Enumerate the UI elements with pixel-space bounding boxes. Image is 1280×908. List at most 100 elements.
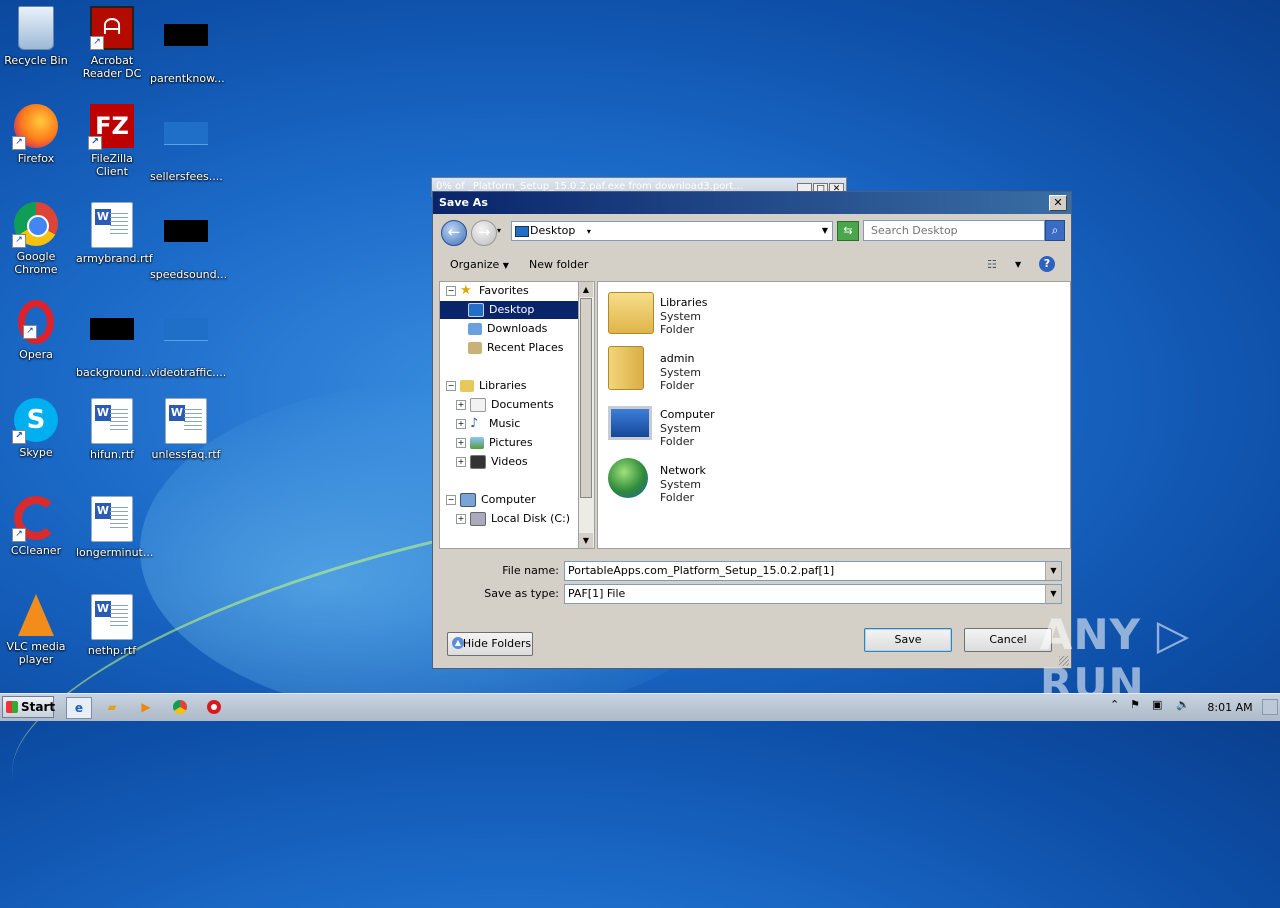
firefox-icon: ↗ [12, 104, 58, 150]
explorer-folder-icon[interactable]: ▰ [100, 697, 124, 717]
navigation-bar: ← → ▾ Desktop ▾ ▼ ⇆ ⌕ [439, 218, 1065, 246]
desktop-icon-opera[interactable]: ↗ Opera [0, 300, 72, 361]
desktop-icon-vlc[interactable]: VLC media player [0, 594, 72, 666]
scroll-thumb[interactable] [580, 298, 592, 498]
collapse-icon[interactable]: − [446, 495, 456, 505]
address-bar[interactable]: Desktop ▾ ▼ [511, 221, 833, 241]
shortcut-arrow-icon: ↗ [90, 36, 104, 50]
save-type-dropdown-icon[interactable]: ▼ [1045, 585, 1061, 603]
desktop-icon-videotraffic[interactable]: videotraffic.... [150, 300, 226, 379]
tree-favorites[interactable]: − ★ Favorites [446, 282, 529, 300]
expand-icon[interactable]: + [456, 438, 466, 448]
new-folder-button[interactable]: New folder [529, 252, 588, 278]
show-desktop-button[interactable] [1262, 699, 1278, 715]
user-folder-icon [608, 346, 644, 390]
desktop-icon-hifun[interactable]: W hifun.rtf [76, 398, 148, 461]
desktop-icon-filezilla[interactable]: FZ ↗ FileZilla Client [76, 104, 148, 178]
taskbar: Start e ▰ ▶ ⌃ ⚑ ▣ 🔈 8:01 AM [0, 693, 1280, 721]
save-button[interactable]: Save [864, 628, 952, 652]
redacted-thumbnail [164, 318, 208, 362]
tree-local-disk[interactable]: + Local Disk (C:) [456, 510, 570, 528]
action-center-flag-icon[interactable]: ⚑ [1130, 698, 1140, 711]
tree-desktop[interactable]: Desktop [440, 301, 578, 319]
help-icon[interactable]: ? [1039, 256, 1055, 272]
tree-downloads[interactable]: Downloads [468, 320, 547, 338]
search-button[interactable]: ⌕ [1045, 220, 1065, 241]
tree-documents[interactable]: + Documents [456, 396, 554, 414]
music-note-icon: ♪ [470, 416, 479, 431]
redacted-thumbnail [90, 318, 134, 362]
expand-icon[interactable]: + [456, 457, 466, 467]
ccleaner-icon: ↗ [12, 496, 58, 542]
network-tray-icon[interactable]: ▣ [1152, 698, 1162, 711]
dialog-title: Save As [439, 196, 488, 209]
desktop-icon-background[interactable]: background... [76, 300, 152, 379]
file-name-field[interactable]: PortableApps.com_Platform_Setup_15.0.2.p… [564, 561, 1062, 581]
start-button[interactable]: Start [2, 696, 55, 718]
tree-music[interactable]: + ♪ Music [456, 415, 520, 433]
desktop-icon-sellersfees[interactable]: sellersfees.... [150, 104, 223, 183]
windows-logo-icon [6, 701, 18, 713]
clock[interactable]: 8:01 AM [1200, 694, 1260, 721]
tree-recent-places[interactable]: Recent Places [468, 339, 564, 357]
collapse-icon[interactable]: − [446, 286, 456, 296]
volume-icon[interactable]: 🔈 [1176, 698, 1190, 711]
desktop-icon-longerminut[interactable]: W longerminut... [76, 496, 153, 559]
desktop-icon-speedsound[interactable]: speedsound... [150, 202, 227, 281]
chrome-taskbar-icon[interactable] [168, 697, 192, 717]
desktop-icon-armybrand[interactable]: W armybrand.rtf [76, 202, 153, 265]
desktop-icon-nethp[interactable]: W nethp.rtf [76, 594, 148, 657]
desktop-icon-google-chrome[interactable]: ↗ Google Chrome [0, 202, 72, 276]
desktop-icon-skype[interactable]: S ↗ Skype [0, 398, 72, 459]
redacted-thumbnail [164, 220, 208, 264]
expand-icon[interactable]: + [456, 419, 466, 429]
dialog-titlebar[interactable]: Save As ✕ [433, 192, 1071, 214]
tree-computer[interactable]: − Computer [446, 491, 536, 509]
internet-explorer-icon[interactable]: e [66, 697, 92, 719]
dialog-close-button[interactable]: ✕ [1049, 195, 1067, 211]
address-dropdown-icon[interactable]: ▼ [822, 222, 828, 240]
breadcrumb-dropdown-icon[interactable]: ▾ [587, 227, 591, 236]
show-hidden-icons-button[interactable]: ⌃ [1110, 698, 1119, 711]
downloads-icon [468, 323, 482, 335]
desktop-icon-firefox[interactable]: ↗ Firefox [0, 104, 72, 165]
save-type-select[interactable]: PAF[1] File ▼ [564, 584, 1062, 604]
tree-pictures[interactable]: + Pictures [456, 434, 533, 452]
desktop-icon-acrobat[interactable]: ᗩ ↗ Acrobat Reader DC [76, 6, 148, 80]
view-dropdown-icon[interactable]: ▼ [1015, 252, 1021, 278]
acrobat-icon: ᗩ ↗ [90, 6, 134, 50]
file-name-dropdown-icon[interactable]: ▼ [1045, 562, 1061, 580]
word-document-icon: W [91, 202, 133, 248]
search-input[interactable] [863, 220, 1045, 241]
command-toolbar: Organize ▼ New folder ☷ ▼ ? [439, 252, 1065, 278]
desktop-icon-unlessfaq[interactable]: W unlessfaq.rtf [150, 398, 222, 461]
back-button[interactable]: ← [441, 220, 467, 246]
shortcut-arrow-icon: ↗ [12, 528, 26, 542]
computer-monitor-icon [608, 406, 652, 440]
back-arrow-icon: ← [447, 223, 461, 241]
refresh-button[interactable]: ⇆ [837, 221, 859, 241]
opera-taskbar-icon[interactable] [202, 697, 226, 717]
collapse-icon[interactable]: − [446, 381, 456, 391]
tree-videos[interactable]: + Videos [456, 453, 528, 471]
desktop-icon-recycle-bin[interactable]: Recycle Bin [0, 6, 72, 67]
forward-button[interactable]: → [471, 220, 497, 246]
tree-libraries[interactable]: − Libraries [446, 377, 527, 395]
scroll-down-icon[interactable]: ▼ [579, 533, 593, 548]
expand-icon[interactable]: + [456, 400, 466, 410]
media-player-icon[interactable]: ▶ [134, 697, 158, 717]
desktop-icon-ccleaner[interactable]: ↗ CCleaner [0, 496, 72, 557]
view-options-icon[interactable]: ☷ [987, 252, 997, 278]
tree-scrollbar[interactable]: ▲ ▼ [579, 281, 595, 549]
organize-button[interactable]: Organize ▼ [450, 252, 509, 279]
vlc-cone-icon [18, 594, 54, 636]
file-name-label: File name: [502, 564, 559, 577]
cancel-button[interactable]: Cancel [964, 628, 1052, 652]
recycle-bin-icon [18, 6, 54, 50]
expand-icon[interactable]: + [456, 514, 466, 524]
hide-folders-button[interactable]: ▲ Hide Folders [447, 632, 533, 656]
skype-icon: S ↗ [12, 398, 58, 444]
desktop-icon-parentknow[interactable]: parentknow... [150, 6, 225, 85]
history-dropdown-icon[interactable]: ▾ [497, 226, 501, 235]
scroll-up-icon[interactable]: ▲ [579, 282, 593, 297]
